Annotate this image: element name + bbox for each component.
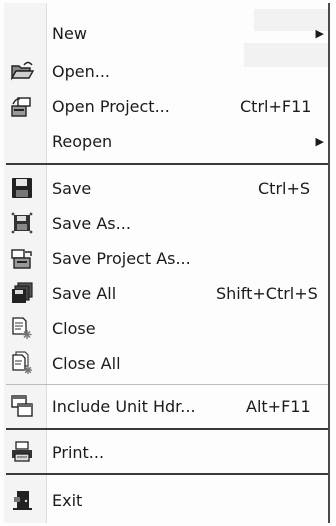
save-all-icon	[10, 281, 34, 305]
save-as-icon	[10, 211, 34, 235]
menu-item-include-unit-hdr[interactable]: Include Unit Hdr... Alt+F11	[4, 389, 328, 423]
menu-item-reopen[interactable]: Reopen ▶	[4, 124, 328, 158]
menu-item-label: Reopen	[52, 131, 113, 151]
menu-separator	[6, 428, 328, 430]
menu-item-save-all[interactable]: Save All Shift+Ctrl+S	[4, 276, 328, 310]
menu-item-print[interactable]: Print...	[4, 435, 328, 469]
menu-item-save[interactable]: Save Ctrl+S	[4, 171, 328, 205]
menu-item-label: Print...	[52, 442, 105, 462]
menu-right-border	[328, 3, 330, 523]
include-unit-icon	[10, 394, 34, 418]
menu-item-label: Save	[52, 178, 92, 198]
menu-item-label: New	[52, 23, 87, 43]
menu-item-shortcut: Ctrl+S	[258, 178, 311, 198]
menu-item-label: Save As...	[52, 213, 131, 233]
menu-item-open-project[interactable]: Open Project... Ctrl+F11	[4, 89, 328, 123]
submenu-arrow-icon: ▶	[315, 26, 324, 40]
close-all-icon	[10, 351, 34, 375]
menu-item-label: Include Unit Hdr...	[52, 396, 196, 416]
submenu-arrow-icon: ▶	[315, 134, 324, 148]
menu-item-label: Exit	[52, 490, 83, 510]
menu-item-label: Save Project As...	[52, 248, 191, 268]
menu-item-open[interactable]: Open...	[4, 54, 328, 88]
close-file-icon	[10, 316, 34, 340]
menu-item-save-as[interactable]: Save As...	[4, 206, 328, 240]
menu-item-close[interactable]: Close	[4, 311, 328, 345]
menu-item-label: Close	[52, 318, 96, 338]
menu-item-shortcut: Alt+F11	[246, 396, 311, 416]
menu-separator	[6, 473, 328, 475]
menu-item-label: Open...	[52, 61, 110, 81]
menu-item-close-all[interactable]: Close All	[4, 346, 328, 380]
menu-item-shortcut: Shift+Ctrl+S	[216, 283, 318, 303]
menu-item-save-project-as[interactable]: Save Project As...	[4, 241, 328, 275]
save-project-as-icon	[10, 246, 34, 270]
file-menu: New ▶ Open... Open Project... Ctrl+F11 R…	[4, 3, 330, 523]
menu-separator	[6, 384, 328, 385]
menu-item-label: Close All	[52, 353, 121, 373]
exit-door-icon	[10, 488, 34, 512]
menu-separator	[6, 163, 328, 165]
floppy-disk-icon	[10, 176, 34, 200]
open-folder-icon	[10, 59, 34, 83]
menu-item-new[interactable]: New ▶	[4, 16, 328, 50]
menu-item-label: Save All	[52, 283, 117, 303]
open-project-icon	[10, 94, 34, 118]
printer-icon	[10, 440, 34, 464]
menu-item-shortcut: Ctrl+F11	[240, 96, 312, 116]
menu-item-exit[interactable]: Exit	[4, 483, 328, 517]
menu-item-label: Open Project...	[52, 96, 170, 116]
